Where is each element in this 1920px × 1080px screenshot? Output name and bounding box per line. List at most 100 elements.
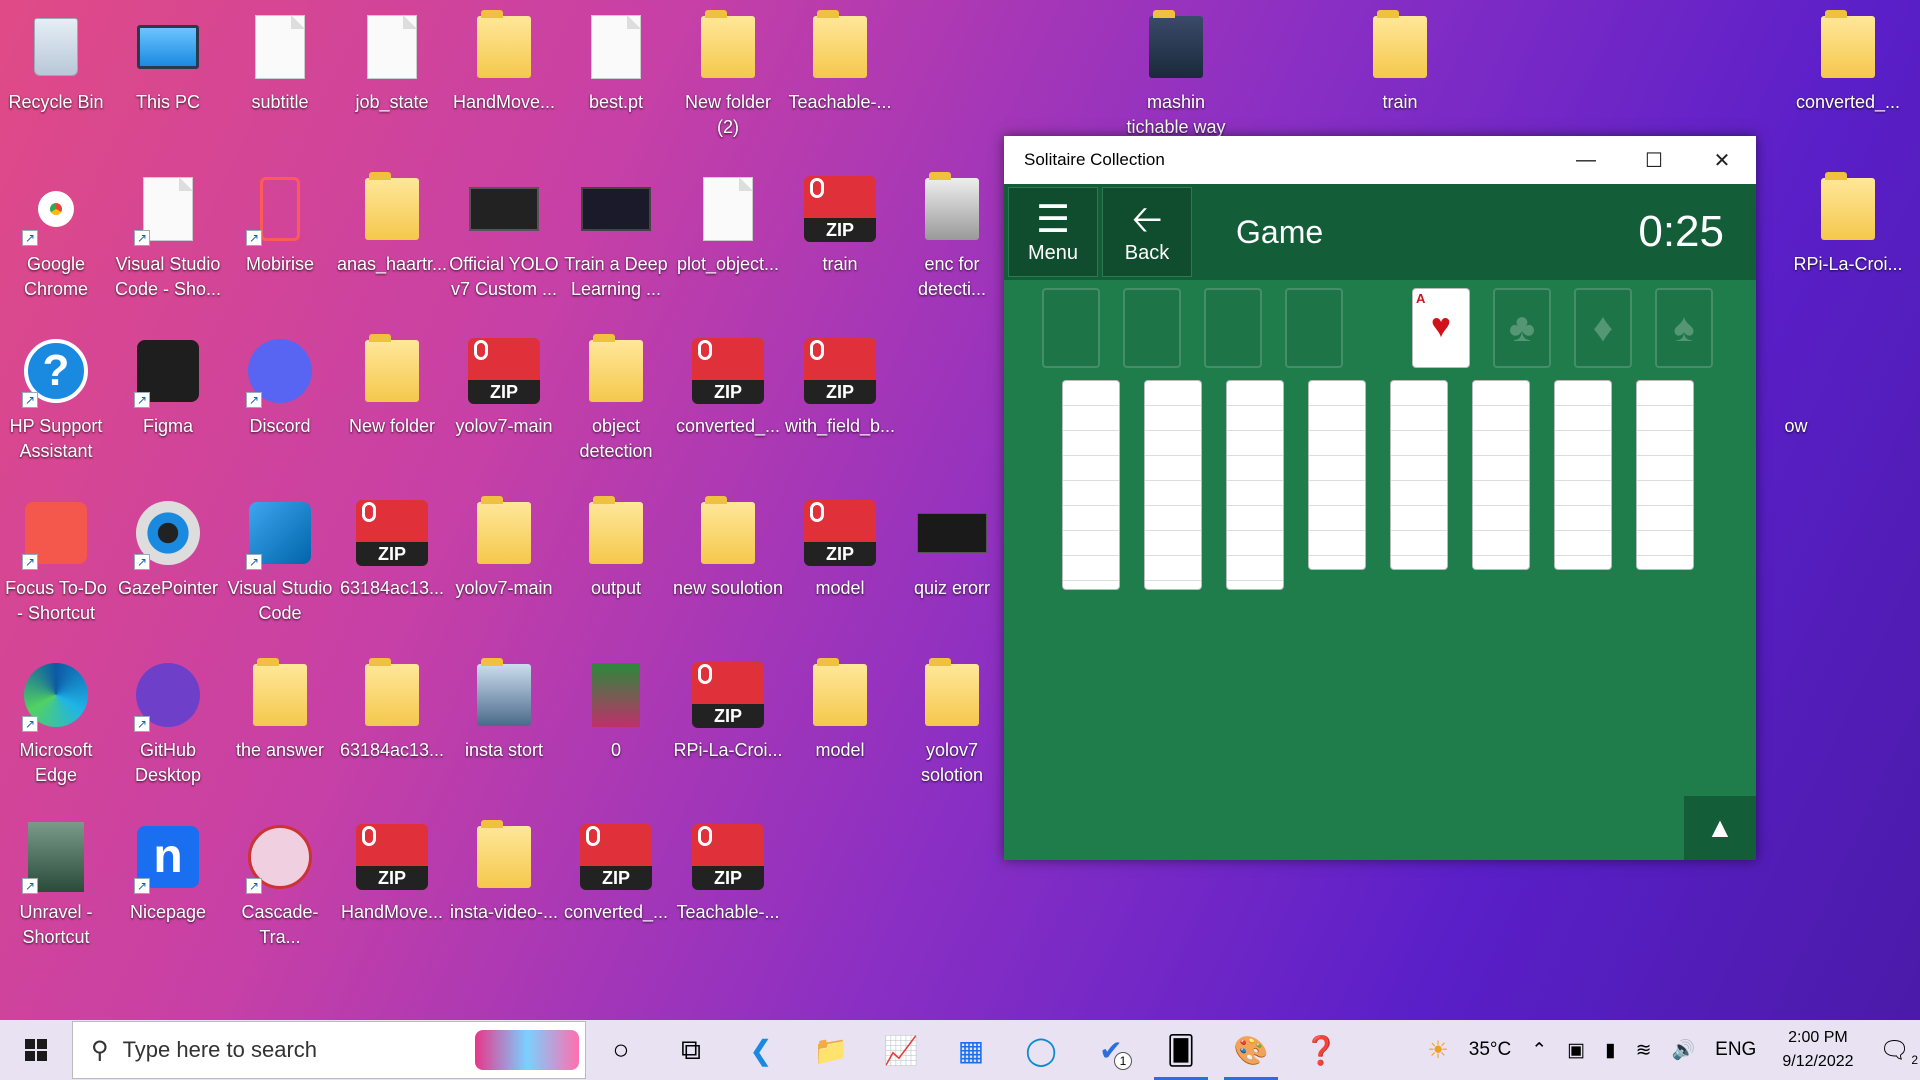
desktop-icon-anas-haartr[interactable]: anas_haartr...: [336, 170, 448, 320]
desktop-icon-focus-todo[interactable]: ↗ Focus To-Do - Shortcut: [0, 494, 112, 644]
free-cell[interactable]: [1204, 288, 1262, 368]
cortana-icon[interactable]: ○: [586, 1020, 656, 1080]
desktop-icon-this-pc[interactable]: This PC: [112, 8, 224, 158]
paint-icon[interactable]: 🎨: [1216, 1020, 1286, 1080]
desktop-icon-rpi-folder[interactable]: RPi-La-Croi...: [1792, 170, 1904, 320]
store-icon[interactable]: ▦: [936, 1020, 1006, 1080]
foundation-slot-diamonds[interactable]: ♦: [1574, 288, 1632, 368]
desktop-icon-yolov7-main-zip[interactable]: ZIP yolov7-main: [448, 332, 560, 482]
chevron-up-icon[interactable]: ▲: [1684, 796, 1756, 860]
chevron-up-icon[interactable]: ⌃: [1521, 1039, 1557, 1062]
language-indicator[interactable]: ENG: [1705, 1039, 1766, 1061]
close-icon[interactable]: ✕: [1688, 136, 1756, 184]
desktop-icon-enc-detection[interactable]: enc for detecti...: [896, 170, 1008, 320]
edge-taskbar-icon[interactable]: ◯: [1006, 1020, 1076, 1080]
desktop-icon-new-soulotion[interactable]: new soulotion: [672, 494, 784, 644]
foundation-ace-hearts[interactable]: A ♥: [1412, 288, 1470, 368]
desktop-icon-rpi-zip[interactable]: ZIP RPi-La-Croi...: [672, 656, 784, 806]
back-button[interactable]: 🡠 Back: [1102, 187, 1192, 277]
desktop-icon-handmove-zip[interactable]: ZIP HandMove...: [336, 818, 448, 968]
volume-icon[interactable]: 🔊: [1661, 1038, 1705, 1062]
desktop-icon-ow-partial[interactable]: ow: [1740, 332, 1852, 482]
desktop-icon-quiz-erorr[interactable]: quiz erorr: [896, 494, 1008, 644]
maximize-icon[interactable]: ☐: [1620, 136, 1688, 184]
desktop-icon-teachable-zip[interactable]: ZIP Teachable-...: [672, 818, 784, 968]
device-icon[interactable]: ▣: [1557, 1039, 1595, 1062]
search-box[interactable]: ⚲ Type here to search: [72, 1021, 586, 1079]
desktop-icon-with-field[interactable]: ZIP with_field_b...: [784, 332, 896, 482]
desktop-icon-model-zip[interactable]: ZIP model: [784, 494, 896, 644]
desktop-icon-gazepointer[interactable]: ↗ GazePointer: [112, 494, 224, 644]
desktop-icon-the-answer[interactable]: the answer: [224, 656, 336, 806]
tableau-column[interactable]: [1390, 380, 1448, 570]
desktop-icon-0[interactable]: 0: [560, 656, 672, 806]
desktop-icon-yolov7-solotion[interactable]: yolov7 solotion: [896, 656, 1008, 806]
desktop-icon-train-deep-learning[interactable]: Train a Deep Learning ...: [560, 170, 672, 320]
desktop-icon-new-folder-2[interactable]: New folder (2): [672, 8, 784, 158]
desktop-icon-visual-studio-code[interactable]: ↗ Visual Studio Code: [224, 494, 336, 644]
desktop-icon-insta-stort[interactable]: insta stort: [448, 656, 560, 806]
desktop-icon-best-pt[interactable]: best.pt: [560, 8, 672, 158]
desktop-icon-converted-zip[interactable]: ZIP converted_...: [672, 332, 784, 482]
desktop-icon-figma[interactable]: ↗ Figma: [112, 332, 224, 482]
start-button[interactable]: [0, 1020, 72, 1080]
desktop-icon-converted-folder[interactable]: converted_...: [1792, 8, 1904, 158]
desktop-icon-official-yolo[interactable]: Official YOLO v7 Custom ...: [448, 170, 560, 320]
desktop-icon-plot-object[interactable]: plot_object...: [672, 170, 784, 320]
desktop-icon-microsoft-edge[interactable]: ↗ Microsoft Edge: [0, 656, 112, 806]
tableau-column[interactable]: [1472, 380, 1530, 570]
clock[interactable]: 2:00 PM 9/12/2022: [1766, 1026, 1869, 1074]
free-cell[interactable]: [1042, 288, 1100, 368]
desktop-icon-63184ac13-folder[interactable]: 63184ac13...: [336, 656, 448, 806]
desktop-icon-new-folder[interactable]: New folder: [336, 332, 448, 482]
free-cell[interactable]: [1123, 288, 1181, 368]
temperature-label[interactable]: 35°C: [1459, 1039, 1521, 1061]
free-cell[interactable]: [1285, 288, 1343, 368]
desktop-icon-recycle-bin[interactable]: Recycle Bin: [0, 8, 112, 158]
battery-icon[interactable]: ▮: [1595, 1039, 1625, 1062]
desktop-icon-vscode-shortcut[interactable]: ↗ Visual Studio Code - Sho...: [112, 170, 224, 320]
desktop-icon-github-desktop[interactable]: ↗ GitHub Desktop: [112, 656, 224, 806]
desktop-icon-job-state[interactable]: job_state: [336, 8, 448, 158]
tableau-column[interactable]: [1226, 380, 1284, 590]
desktop-icon-yolov7-main-folder[interactable]: yolov7-main: [448, 494, 560, 644]
weather-icon[interactable]: ☀: [1417, 1036, 1459, 1065]
solitaire-taskbar-icon[interactable]: 🂠: [1146, 1020, 1216, 1080]
desktop-icon-nicepage[interactable]: n ↗ Nicepage: [112, 818, 224, 968]
file-explorer-icon[interactable]: 📁: [796, 1020, 866, 1080]
desktop-icon-discord[interactable]: ↗ Discord: [224, 332, 336, 482]
desktop-icon-google-chrome[interactable]: ↗ Google Chrome: [0, 170, 112, 320]
system-monitor-icon[interactable]: 📈: [866, 1020, 936, 1080]
notification-count: 2: [1911, 1052, 1918, 1067]
desktop-icon-model-folder[interactable]: model: [784, 656, 896, 806]
tableau-column[interactable]: [1554, 380, 1612, 570]
foundation-slot-clubs[interactable]: ♣: [1493, 288, 1551, 368]
desktop-icon-output[interactable]: output: [560, 494, 672, 644]
desktop-icon-teachable[interactable]: Teachable-...: [784, 8, 896, 158]
vscode-taskbar-icon[interactable]: ❮: [726, 1020, 796, 1080]
desktop-icon-converted-zip-2[interactable]: ZIP converted_...: [560, 818, 672, 968]
window-titlebar[interactable]: Solitaire Collection — ☐ ✕: [1004, 136, 1756, 184]
desktop-icon-object-detection[interactable]: object detection: [560, 332, 672, 482]
tableau-column[interactable]: [1636, 380, 1694, 570]
menu-button[interactable]: ☰ Menu: [1008, 187, 1098, 277]
desktop-icon-cascade-tra[interactable]: ↗ Cascade-Tra...: [224, 818, 336, 968]
desktop-icon-train-zip[interactable]: ZIP train: [784, 170, 896, 320]
foundation-slot-spades[interactable]: ♠: [1655, 288, 1713, 368]
todo-icon[interactable]: ✔ 1: [1076, 1020, 1146, 1080]
tableau-column[interactable]: [1144, 380, 1202, 590]
desktop-icon-63184ac13-zip[interactable]: ZIP 63184ac13...: [336, 494, 448, 644]
help-taskbar-icon[interactable]: ❓: [1286, 1020, 1356, 1080]
task-view-icon[interactable]: ⧉: [656, 1020, 726, 1080]
desktop-icon-hp-support[interactable]: ? ↗ HP Support Assistant: [0, 332, 112, 482]
desktop-icon-handmove[interactable]: HandMove...: [448, 8, 560, 158]
tableau-column[interactable]: [1308, 380, 1366, 570]
desktop-icon-insta-video[interactable]: insta-video-...: [448, 818, 560, 968]
desktop-icon-unravel[interactable]: ↗ Unravel - Shortcut: [0, 818, 112, 968]
minimize-icon[interactable]: —: [1552, 136, 1620, 184]
wifi-icon[interactable]: ≋: [1626, 1039, 1662, 1062]
notification-icon[interactable]: 🗨 2: [1870, 1036, 1920, 1067]
tableau-column[interactable]: [1062, 380, 1120, 590]
desktop-icon-subtitle[interactable]: subtitle: [224, 8, 336, 158]
desktop-icon-mobirise[interactable]: ↗ Mobirise: [224, 170, 336, 320]
